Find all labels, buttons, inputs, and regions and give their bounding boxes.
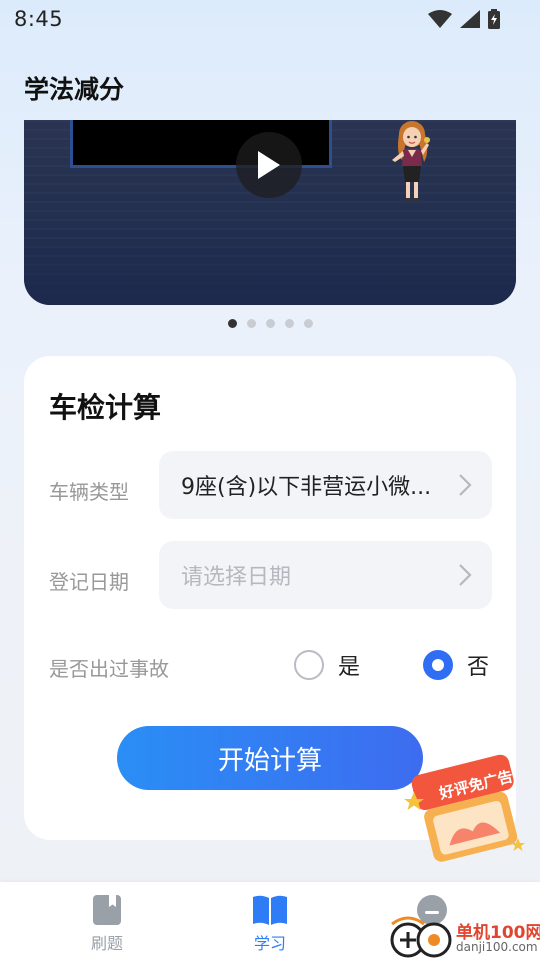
wifi-icon: [428, 10, 452, 28]
chevron-right-icon: [459, 564, 472, 586]
open-book-icon: [253, 895, 287, 925]
register-date-placeholder: 请选择日期: [181, 565, 292, 590]
promo-badge[interactable]: 好评免广告: [402, 752, 534, 862]
accident-no-option[interactable]: 否: [423, 649, 489, 681]
register-date-picker[interactable]: 请选择日期: [159, 541, 492, 609]
play-button[interactable]: [236, 132, 302, 198]
vehicle-type-label: 车辆类型: [49, 480, 129, 504]
carousel-dot[interactable]: [284, 319, 294, 328]
play-icon: [258, 151, 280, 179]
tab-study-label: 学习: [253, 934, 286, 953]
bookmark-book-icon: [93, 895, 121, 925]
carousel-dot[interactable]: [246, 319, 256, 328]
site-watermark: 单机100网 danji100.com: [388, 914, 540, 960]
accident-yes-label: 是: [338, 655, 361, 680]
accident-no-label: 否: [467, 655, 490, 680]
status-bar: 8:45: [0, 0, 540, 38]
card-title: 车检计算: [49, 391, 162, 424]
tab-study[interactable]: 学习: [230, 894, 310, 954]
carousel-dot[interactable]: [265, 319, 275, 328]
accident-yes-radio[interactable]: [294, 650, 324, 680]
presenter-illustration: [392, 121, 430, 202]
status-time: 8:45: [14, 7, 64, 31]
tab-practice[interactable]: 刷题: [67, 894, 147, 954]
accident-label: 是否出过事故: [49, 657, 169, 681]
page-title: 学法减分: [24, 75, 125, 104]
carousel-indicator: [0, 319, 540, 328]
carousel-dot[interactable]: [303, 319, 313, 328]
carousel-dot-active[interactable]: [227, 319, 237, 328]
battery-icon: [488, 9, 500, 29]
accident-yes-option[interactable]: 是: [294, 649, 360, 681]
watermark-text-url: danji100.com: [456, 940, 538, 954]
signal-icon: [460, 10, 480, 28]
register-date-label: 登记日期: [49, 570, 129, 594]
vehicle-type-select[interactable]: 9座(含)以下非营运小微...: [159, 451, 492, 519]
start-calculation-button[interactable]: 开始计算: [117, 726, 423, 790]
accident-no-radio[interactable]: [423, 650, 453, 680]
chevron-right-icon: [459, 474, 472, 496]
banner-floor: [24, 235, 516, 305]
status-icons: [428, 9, 500, 29]
watermark-logo: [390, 916, 452, 958]
vehicle-type-value: 9座(含)以下非营运小微...: [181, 475, 432, 500]
video-banner[interactable]: [24, 120, 516, 305]
tab-practice-label: 刷题: [90, 934, 123, 953]
